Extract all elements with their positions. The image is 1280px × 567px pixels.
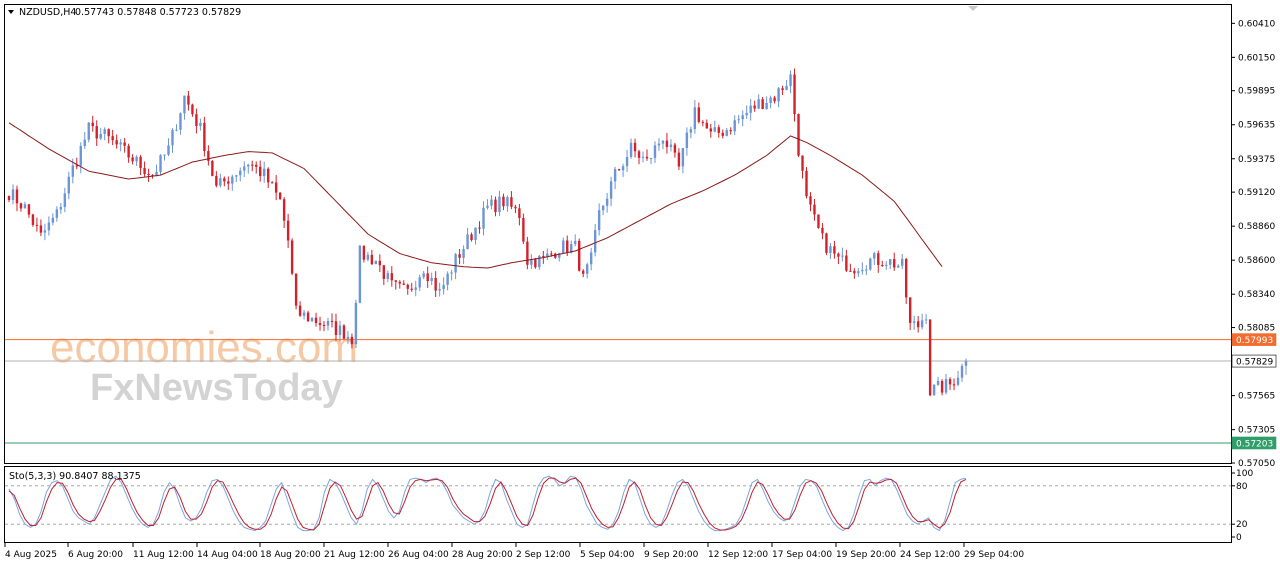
time-tick-label-8: 2 Sep 12:00 (516, 550, 571, 560)
time-tick-label-3: 14 Aug 04:00 (197, 550, 258, 560)
time-tick-label-0: 4 Aug 2025 (5, 550, 57, 560)
stoch-tick-label-3: 0 (1236, 533, 1242, 543)
candle (87, 122, 90, 143)
time-tick-label-14: 24 Sep 12:00 (900, 550, 960, 560)
candle (526, 236, 529, 270)
time-tick-label-7: 28 Aug 20:00 (452, 550, 513, 560)
candle (358, 244, 362, 304)
candle (211, 160, 214, 177)
candle (805, 167, 808, 199)
candle (578, 238, 581, 272)
price-tick-label-6: 0.58860 (1238, 222, 1275, 232)
candle (928, 319, 932, 397)
symbol-label: NZDUSD,H4 (19, 7, 76, 18)
price-tick-label-3: 0.59635 (1238, 121, 1275, 131)
time-tick-label-10: 9 Sep 20:00 (644, 550, 699, 560)
stochastic-frame (4, 466, 1232, 543)
candle (294, 273, 298, 310)
candle (932, 384, 936, 396)
level-badge-label-0: 0.57993 (1236, 336, 1273, 346)
stoch-tick-label-2: 20 (1236, 520, 1248, 530)
time-tick-label-6: 26 Aug 04:00 (388, 550, 449, 560)
time-tick-label-1: 6 Aug 20:00 (68, 550, 123, 560)
time-axis: 4 Aug 2025 6 Aug 20:00 11 Aug 12:00 14 Aug … (4, 543, 1024, 560)
stoch-tick-label-0: 100 (1236, 469, 1253, 479)
time-tick-label-9: 5 Sep 04:00 (580, 550, 635, 560)
candle (354, 299, 358, 349)
price-tick-label-2: 0.59895 (1238, 87, 1275, 97)
candle (904, 257, 908, 304)
price-tick-label-13: 0.57050 (1238, 459, 1275, 469)
level-badge-label-2: 0.57203 (1236, 439, 1273, 449)
candle (817, 214, 820, 229)
time-tick-label-4: 18 Aug 20:00 (260, 550, 321, 560)
price-axis: 0.60410 0.60150 0.59895 0.59635 0.59375 0.591… (1231, 19, 1275, 469)
level-badge-label-1: 0.57829 (1236, 358, 1273, 368)
candle (869, 257, 872, 271)
time-tick-label-11: 12 Sep 12:00 (708, 550, 768, 560)
time-tick-label-2: 11 Aug 12:00 (133, 550, 194, 560)
candle (793, 68, 796, 122)
price-tick-label-4: 0.59375 (1238, 155, 1275, 165)
stoch-tick-label-1: 80 (1236, 482, 1248, 492)
candle (31, 213, 35, 227)
watermark-fxnewstoday: FxNewsToday (90, 367, 343, 409)
price-tick-label-5: 0.59120 (1238, 188, 1275, 198)
stochastic-title: Sto(5,3,3) 90.8407 88.1375 (9, 471, 141, 482)
price-tick-label-11: 0.57565 (1238, 392, 1275, 402)
candle (374, 260, 378, 265)
time-tick-label-12: 17 Sep 04:00 (772, 550, 832, 560)
ohlc-values: 0.57743 0.57848 0.57723 0.57829 (75, 7, 241, 18)
time-tick-label-5: 21 Aug 12:00 (324, 550, 385, 560)
time-tick-label-15: 29 Sep 04:00 (964, 550, 1024, 560)
price-tick-label-1: 0.60150 (1238, 53, 1275, 63)
price-tick-label-9: 0.58085 (1238, 324, 1275, 334)
candle (825, 232, 828, 256)
candle (342, 324, 346, 340)
candle (522, 213, 525, 245)
candle (797, 113, 800, 158)
price-tick-label-0: 0.60410 (1238, 19, 1275, 29)
candle (278, 192, 282, 200)
candle (290, 238, 294, 276)
time-tick-label-13: 19 Sep 20:00 (836, 550, 896, 560)
price-tick-label-8: 0.58340 (1238, 290, 1275, 300)
watermark-economies: economies.com (50, 323, 358, 372)
price-tick-label-12: 0.57305 (1238, 426, 1275, 436)
chart-canvas: economies.com FxNewsToday 0.60410 0.60150… (4, 4, 1277, 560)
price-tick-label-7: 0.58600 (1238, 256, 1275, 266)
